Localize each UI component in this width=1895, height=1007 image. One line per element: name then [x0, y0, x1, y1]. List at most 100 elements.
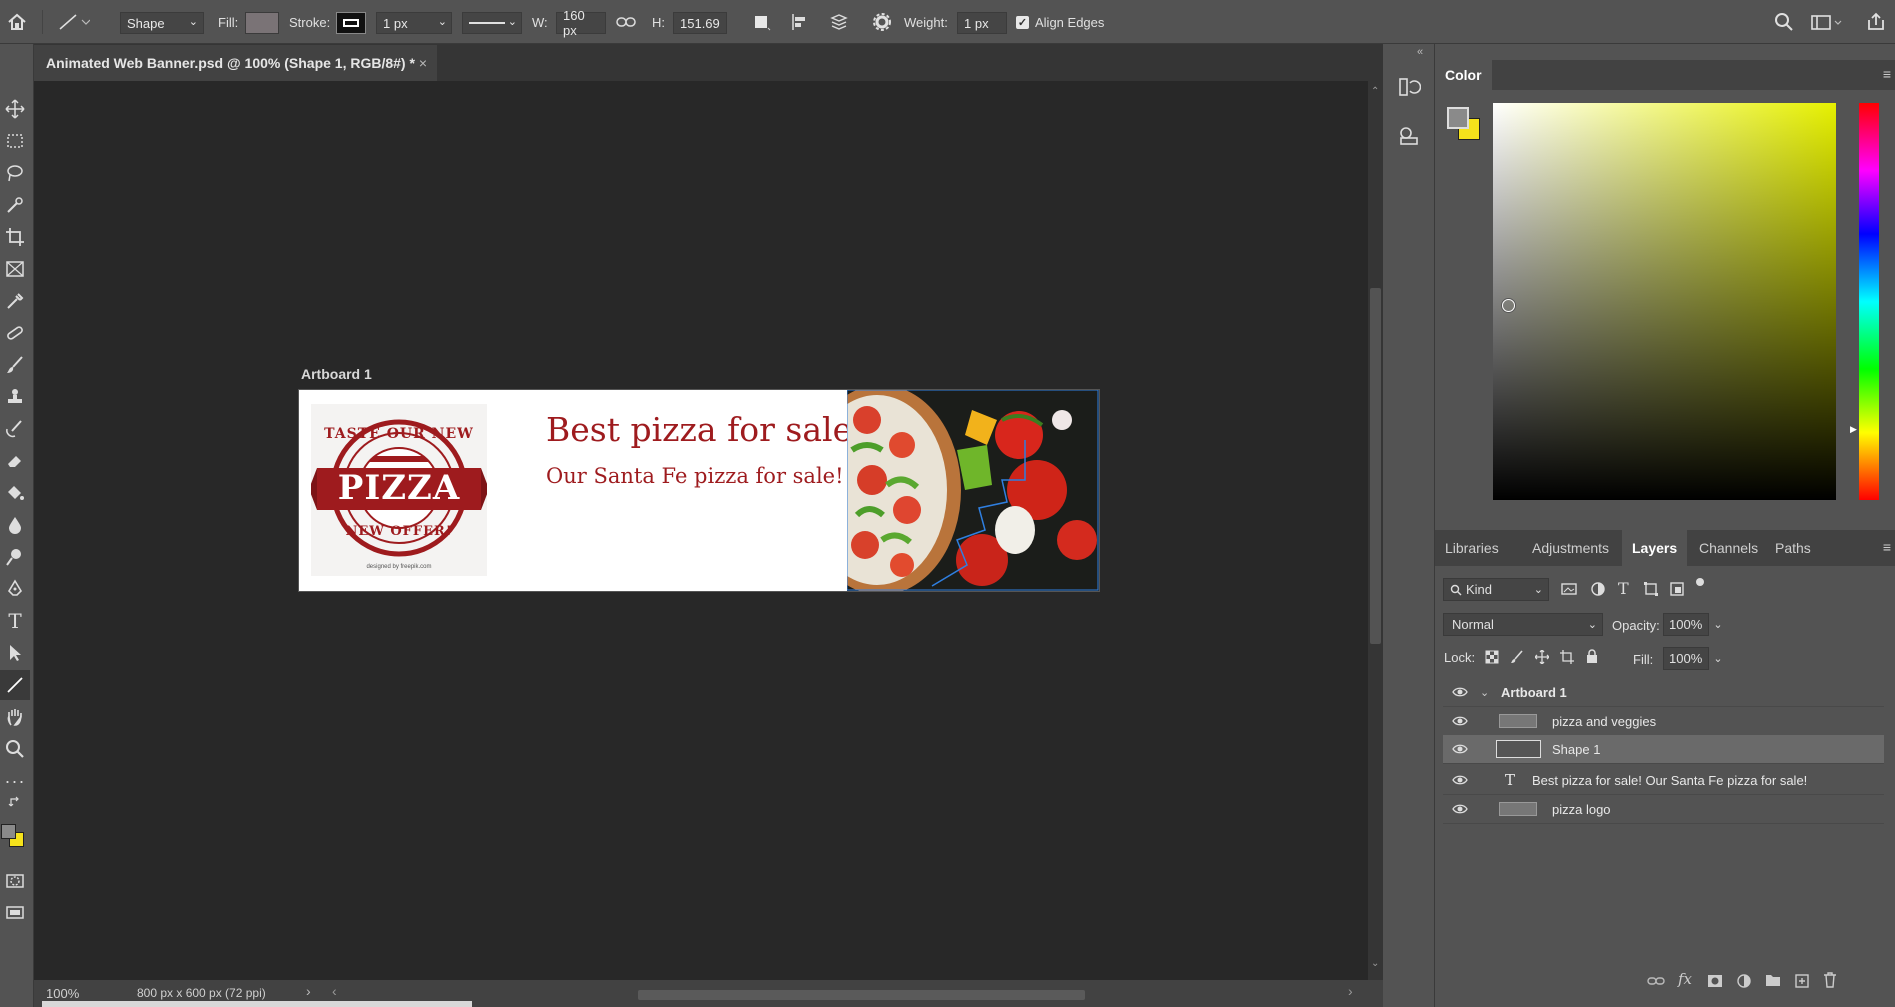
eraser-tool-icon[interactable]	[0, 446, 30, 476]
stroke-type-select[interactable]: ⌄	[462, 12, 522, 34]
add-mask-icon[interactable]	[1707, 973, 1723, 994]
paint-bucket-tool-icon[interactable]	[0, 478, 30, 508]
pizza-and-veggies-image[interactable]	[847, 390, 1099, 591]
scroll-left-icon[interactable]: ‹	[332, 983, 337, 999]
marquee-tool-icon[interactable]	[0, 126, 30, 156]
tab-layers[interactable]: Layers	[1622, 530, 1688, 566]
quick-selection-tool-icon[interactable]	[0, 190, 30, 220]
type-tool-icon[interactable]: T	[0, 606, 30, 636]
shape-layer-filter-icon[interactable]	[1643, 581, 1659, 602]
history-brush-tool-icon[interactable]	[0, 414, 30, 444]
stroke-width-field[interactable]: 1 px ⌄	[376, 12, 452, 34]
eye-icon[interactable]	[1452, 801, 1468, 817]
eyedropper-tool-icon[interactable]	[0, 286, 30, 316]
smart-object-filter-icon[interactable]	[1669, 581, 1685, 602]
line-tool-preset-icon[interactable]	[56, 0, 90, 44]
tab-adjustments[interactable]: Adjustments	[1522, 530, 1619, 566]
zoom-level[interactable]: 100%	[46, 986, 79, 1001]
artboard[interactable]: TASTE OUR NEW PIZZA NEW OFFER! designed …	[298, 389, 1100, 592]
history-panel-icon[interactable]	[1397, 75, 1422, 104]
tab-paths[interactable]: Paths	[1765, 530, 1821, 566]
collapse-panels-icon[interactable]: «	[1417, 46, 1423, 58]
blend-mode-select[interactable]: Normal ⌄	[1443, 613, 1603, 636]
pen-tool-icon[interactable]	[0, 574, 30, 604]
hue-slider-marker-icon[interactable]: ▶	[1850, 424, 1857, 435]
blur-tool-icon[interactable]	[0, 510, 30, 540]
link-layers-icon[interactable]	[1647, 974, 1665, 993]
new-adjustment-layer-icon[interactable]	[1736, 973, 1752, 994]
lock-all-icon[interactable]	[1585, 649, 1599, 669]
lock-transparent-pixels-icon[interactable]	[1485, 650, 1499, 669]
lock-image-pixels-icon[interactable]	[1510, 650, 1524, 669]
pizza-logo[interactable]: TASTE OUR NEW PIZZA NEW OFFER! designed …	[309, 404, 489, 576]
chevron-down-icon[interactable]: ⌄	[1710, 648, 1726, 669]
banner-headline[interactable]: Best pizza for sale!	[546, 410, 865, 449]
workspace-icon[interactable]	[1810, 0, 1844, 44]
layer-filter-select[interactable]: Kind ⌄	[1443, 578, 1549, 601]
panel-menu-icon[interactable]: ≡	[1883, 66, 1891, 82]
layer-artboard-1[interactable]: ⌄ Artboard 1	[1443, 678, 1884, 707]
layer-style-icon[interactable]: fx	[1678, 970, 1692, 988]
status-menu-chevron-icon[interactable]: ›	[306, 983, 311, 999]
new-layer-icon[interactable]	[1794, 973, 1810, 994]
color-picker-cursor[interactable]	[1502, 299, 1515, 312]
lasso-tool-icon[interactable]	[0, 158, 30, 188]
quick-mask-icon[interactable]	[0, 866, 30, 896]
brush-tool-icon[interactable]	[0, 350, 30, 380]
zoom-tool-icon[interactable]	[0, 734, 30, 764]
eye-icon[interactable]	[1452, 684, 1468, 700]
height-field[interactable]: 151.69	[673, 12, 727, 34]
vertical-scrollbar-thumb[interactable]	[1370, 288, 1381, 644]
banner-subline[interactable]: Our Santa Fe pizza for sale!	[546, 464, 844, 488]
layer-pizza-logo[interactable]: pizza logo	[1443, 795, 1884, 824]
scroll-right-icon[interactable]: ›	[1348, 983, 1353, 999]
frame-tool-icon[interactable]	[0, 254, 30, 284]
home-icon[interactable]	[6, 0, 30, 44]
tab-color[interactable]: Color	[1435, 60, 1492, 90]
fill-swatch[interactable]	[245, 12, 279, 34]
shape-mode-select[interactable]: Shape ⌄	[120, 12, 204, 34]
align-edges-checkbox[interactable]: ✓ Align Edges	[1016, 0, 1104, 44]
path-selection-tool-icon[interactable]	[0, 638, 30, 668]
new-group-icon[interactable]	[1765, 973, 1781, 992]
lock-position-icon[interactable]	[1534, 649, 1550, 669]
path-operations-icon[interactable]	[752, 0, 772, 44]
stroke-swatch[interactable]	[336, 12, 366, 34]
line-tool-icon[interactable]	[0, 670, 30, 700]
share-icon[interactable]	[1866, 0, 1886, 44]
tab-channels[interactable]: Channels	[1689, 530, 1768, 566]
scroll-up-icon[interactable]: ⌃	[1371, 86, 1379, 97]
clone-stamp-tool-icon[interactable]	[0, 382, 30, 412]
trash-icon[interactable]	[1823, 972, 1837, 993]
crop-tool-icon[interactable]	[0, 222, 30, 252]
type-layer-filter-icon[interactable]: T	[1618, 579, 1629, 598]
healing-brush-tool-icon[interactable]	[0, 318, 30, 348]
adjustment-layer-filter-icon[interactable]	[1590, 581, 1606, 602]
width-field[interactable]: 160 px	[556, 8, 606, 38]
horizontal-scrollbar-thumb[interactable]	[638, 990, 1085, 1000]
layer-pizza-and-veggies[interactable]: pizza and veggies	[1443, 707, 1884, 736]
artboard-label[interactable]: Artboard 1	[301, 366, 372, 382]
properties-panel-icon[interactable]	[1397, 124, 1421, 153]
dodge-tool-icon[interactable]	[0, 542, 30, 572]
filter-toggle-icon[interactable]	[1696, 578, 1704, 586]
color-panel-foreground-swatch[interactable]	[1447, 107, 1469, 129]
chevron-down-icon[interactable]: ⌄	[1710, 614, 1726, 635]
move-tool-icon[interactable]	[0, 94, 30, 124]
eye-icon[interactable]	[1452, 741, 1468, 757]
path-alignment-icon[interactable]	[790, 0, 810, 44]
fill-opacity-field[interactable]: 100%	[1663, 647, 1709, 670]
chevron-down-icon[interactable]: ⌄	[1480, 686, 1489, 699]
pixel-layer-filter-icon[interactable]	[1561, 581, 1577, 602]
eye-icon[interactable]	[1452, 713, 1468, 729]
hand-tool-icon[interactable]	[0, 702, 30, 732]
scroll-down-icon[interactable]: ⌄	[1371, 958, 1379, 969]
lock-artboard-icon[interactable]	[1560, 650, 1574, 669]
opacity-field[interactable]: 100%	[1663, 613, 1709, 636]
layer-text[interactable]: T Best pizza for sale! Our Santa Fe pizz…	[1443, 766, 1884, 795]
path-arrangement-icon[interactable]	[828, 0, 850, 44]
layer-shape-1[interactable]: Shape 1	[1443, 735, 1884, 764]
swap-colors-icon[interactable]	[0, 792, 30, 812]
screen-mode-icon[interactable]	[0, 898, 30, 928]
hue-slider[interactable]	[1859, 103, 1879, 500]
